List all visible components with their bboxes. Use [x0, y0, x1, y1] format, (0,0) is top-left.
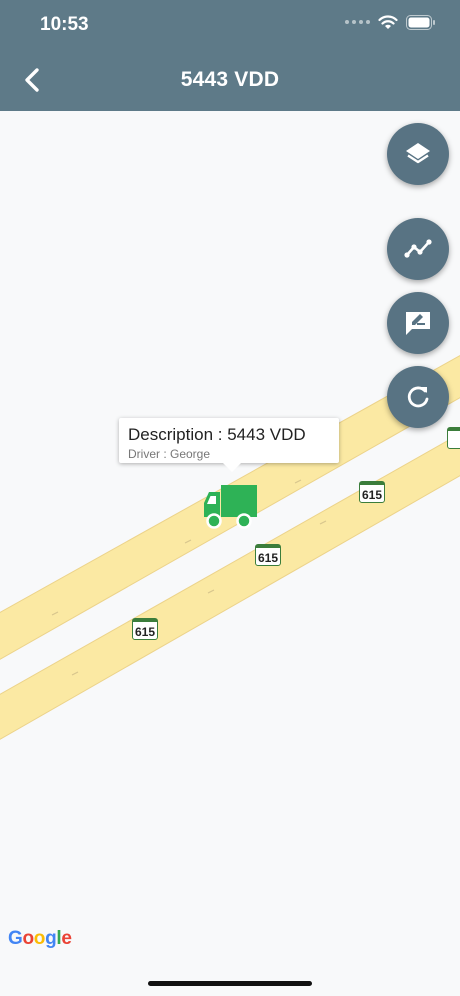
layers-button[interactable]	[387, 123, 449, 185]
vehicle-description: Description : 5443 VDD	[128, 425, 306, 444]
route-shield: 615	[132, 618, 158, 640]
message-button[interactable]	[387, 292, 449, 354]
marker-info-window[interactable]: Description : 5443 VDD Driver : George	[119, 418, 339, 472]
signal-icon	[345, 20, 370, 24]
google-logo: Google	[8, 928, 72, 949]
status-time: 10:53	[40, 14, 89, 35]
top-app-bar: 10:53 5443 VDD	[0, 0, 460, 111]
route-shield: 615	[255, 544, 281, 566]
route-history-button[interactable]	[387, 218, 449, 280]
battery-icon	[406, 14, 435, 30]
route-shield-partial	[447, 427, 460, 449]
message-edit-icon	[406, 312, 430, 335]
wifi-icon	[378, 15, 398, 29]
layers-icon	[406, 143, 430, 164]
refresh-button[interactable]	[387, 366, 449, 428]
line-chart-icon	[404, 239, 432, 258]
status-icons	[345, 14, 436, 30]
home-indicator	[148, 981, 312, 986]
driver-name: Driver : George	[128, 447, 211, 461]
refresh-icon	[407, 386, 429, 408]
page-title: 5443 VDD	[180, 68, 280, 91]
route-shield: 615	[359, 481, 385, 503]
truck-icon[interactable]	[203, 483, 259, 529]
